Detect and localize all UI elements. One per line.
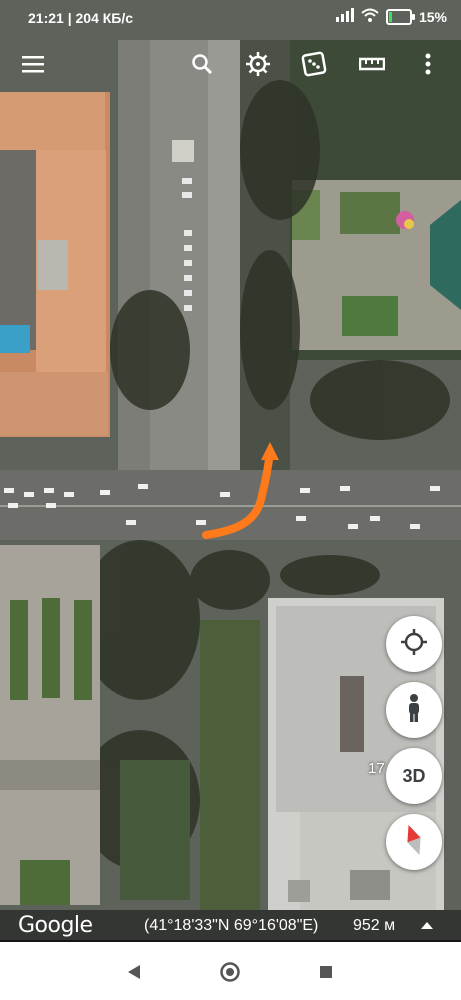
- toggle-3d-label: 3D: [402, 765, 426, 786]
- pegman-icon: [404, 693, 424, 728]
- google-logo: Google: [18, 913, 93, 938]
- zoom-level: 17: [368, 760, 385, 777]
- info-bar: Google (41°18'33"N 69°16'08"E) 952 м: [0, 910, 461, 942]
- voyager-helm-icon[interactable]: [240, 46, 276, 82]
- satellite-imagery: [0, 0, 461, 940]
- coordinates-readout: (41°18'33"N 69°16'08"E): [144, 917, 319, 934]
- wifi-icon: [361, 8, 379, 25]
- recents-icon[interactable]: [310, 956, 342, 988]
- dice-icon[interactable]: [296, 46, 332, 82]
- compass-button[interactable]: [386, 814, 442, 870]
- more-vert-icon[interactable]: [410, 46, 446, 82]
- my-location-button[interactable]: [386, 616, 442, 672]
- satellite-map[interactable]: [0, 0, 461, 940]
- compass-icon: [401, 823, 427, 862]
- crosshair-icon: [400, 628, 428, 661]
- altitude-readout: 952 м: [353, 917, 396, 934]
- toggle-3d-button[interactable]: 3D: [386, 748, 442, 804]
- battery-percent: 15%: [418, 8, 447, 25]
- signal-icon: [335, 8, 354, 25]
- status-bar: 21:21 | 204 КБ/с 15%: [0, 0, 461, 36]
- ruler-icon[interactable]: [354, 46, 390, 82]
- home-icon[interactable]: [214, 956, 246, 988]
- menu-icon[interactable]: [15, 46, 51, 82]
- street-view-button[interactable]: [386, 682, 442, 738]
- status-time: 21:21 | 204 КБ/с: [28, 10, 134, 26]
- expand-info-icon[interactable]: [421, 922, 433, 929]
- status-icons: 15%: [335, 8, 447, 25]
- back-icon[interactable]: [118, 956, 150, 988]
- battery-icon: [385, 8, 415, 25]
- search-icon[interactable]: [184, 46, 220, 82]
- earth-toolbar: [0, 40, 461, 88]
- system-nav-bar: [0, 942, 461, 1000]
